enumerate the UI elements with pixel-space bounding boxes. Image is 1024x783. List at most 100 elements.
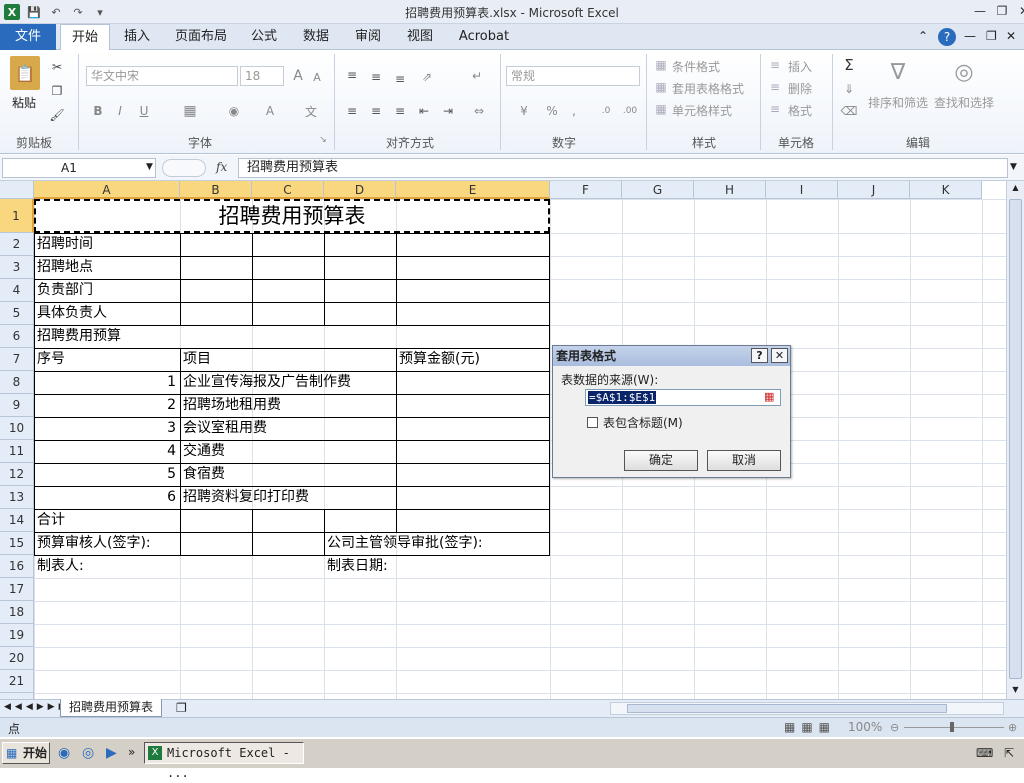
close-icon[interactable]: ✕ <box>1014 2 1024 20</box>
insert-function-icon[interactable]: fx <box>216 160 227 174</box>
scroll-down-icon[interactable]: ▼ <box>1009 685 1022 695</box>
cell-b10[interactable]: 会议室租用费 <box>183 417 267 439</box>
cell-a13[interactable]: 6 <box>34 486 176 508</box>
cell-a9[interactable]: 2 <box>34 394 176 416</box>
column-header[interactable]: D <box>324 181 396 199</box>
cell-a15[interactable]: 预算审核人(签字): <box>37 532 151 554</box>
row-header[interactable]: 16 <box>0 555 34 578</box>
cut-icon[interactable]: ✂ <box>48 58 66 76</box>
row-header[interactable]: 5 <box>0 302 34 325</box>
decrease-decimal-icon[interactable]: .00 <box>620 102 640 120</box>
increase-decimal-icon[interactable]: .0 <box>596 102 616 120</box>
doc-close-icon[interactable]: ✕ <box>1006 29 1016 43</box>
horizontal-scroll-thumb[interactable] <box>627 704 947 713</box>
row-header[interactable]: 10 <box>0 417 34 440</box>
select-all-corner[interactable] <box>0 181 34 199</box>
find-select-button[interactable]: 查找和选择 <box>934 94 994 111</box>
row-header[interactable]: 2 <box>0 233 34 256</box>
comma-style-icon[interactable]: , <box>566 102 582 120</box>
restore-icon[interactable]: ❐ <box>992 2 1012 20</box>
worksheet-grid[interactable]: ABCDEFGHIJK 1 2 3 4 5 6 7 8 9 10 11 12 13 14 15 16 17 18 1… <box>0 181 1006 699</box>
ribbon-collapse-icon[interactable]: ⌃ <box>918 29 928 43</box>
keyboard-icon[interactable]: ⌨ <box>976 746 993 760</box>
row-header[interactable]: 19 <box>0 624 34 647</box>
italic-icon[interactable]: I <box>112 102 128 120</box>
row-header[interactable]: 13 <box>0 486 34 509</box>
more-icon[interactable]: » <box>128 745 135 759</box>
sort-filter-icon[interactable]: ∇ <box>882 56 914 88</box>
tab-data[interactable]: 数据 <box>294 24 338 50</box>
align-center-icon[interactable]: ≡ <box>366 102 386 120</box>
cell-a12[interactable]: 5 <box>34 463 176 485</box>
source-input[interactable]: =$A$1:$E$1 ▦ <box>585 389 781 406</box>
align-top-icon[interactable]: ≡ <box>342 66 362 84</box>
column-header[interactable]: I <box>766 181 838 199</box>
column-header[interactable]: C <box>252 181 324 199</box>
cell-a7[interactable]: 序号 <box>37 348 65 370</box>
format-painter-icon[interactable]: 🖌 <box>48 106 66 124</box>
zoom-out-icon[interactable]: ⊖ <box>890 721 899 734</box>
column-header[interactable]: F <box>550 181 622 199</box>
font-launcher-icon[interactable]: ↘ <box>318 134 328 146</box>
doc-minimize-icon[interactable]: — <box>964 29 976 43</box>
merge-center-icon[interactable]: ⇔ <box>466 102 492 120</box>
cell-a8[interactable]: 1 <box>34 371 176 393</box>
cell-b12[interactable]: 食宿费 <box>183 463 225 485</box>
minimize-icon[interactable]: — <box>970 2 990 20</box>
cell-a11[interactable]: 4 <box>34 440 176 462</box>
cell-a6[interactable]: 招聘费用预算 <box>37 325 121 347</box>
cell-b8[interactable]: 企业宣传海报及广告制作费 <box>183 371 351 393</box>
find-select-icon[interactable]: ◎ <box>948 56 980 88</box>
cell-a16[interactable]: 制表人: <box>37 555 84 577</box>
number-format-select[interactable]: 常规 <box>506 66 640 86</box>
font-color-icon[interactable]: A <box>256 102 284 120</box>
ie-icon[interactable]: ◎ <box>82 745 94 761</box>
namebox-dropdown-icon[interactable]: ▼ <box>146 162 153 172</box>
scroll-up-icon[interactable]: ▲ <box>1009 183 1022 193</box>
row-header[interactable]: 1 <box>0 199 34 233</box>
ok-button[interactable]: 确定 <box>624 450 698 471</box>
dialog-close-icon[interactable]: ✕ <box>771 348 788 363</box>
cell-b13[interactable]: 招聘资料复印打印费 <box>183 486 309 508</box>
row-header[interactable]: 7 <box>0 348 34 371</box>
row-header[interactable]: 8 <box>0 371 34 394</box>
zoom-slider-thumb[interactable] <box>950 722 954 732</box>
tab-page-layout[interactable]: 页面布局 <box>170 24 232 50</box>
increase-indent-icon[interactable]: ⇥ <box>438 102 458 120</box>
fill-icon[interactable]: ⇓ <box>840 80 858 98</box>
tab-formulas[interactable]: 公式 <box>242 24 286 50</box>
cell-b7[interactable]: 项目 <box>183 348 211 370</box>
shrink-font-icon[interactable]: A <box>310 69 324 85</box>
row-header[interactable]: 11 <box>0 440 34 463</box>
has-headers-checkbox[interactable] <box>587 417 598 428</box>
row-header[interactable]: 15 <box>0 532 34 555</box>
percent-icon[interactable]: % <box>544 102 560 120</box>
column-header[interactable]: E <box>396 181 550 199</box>
row-header[interactable]: 12 <box>0 463 34 486</box>
row-header[interactable]: 9 <box>0 394 34 417</box>
zoom-slider[interactable] <box>904 727 1004 728</box>
autosum-icon[interactable]: Σ <box>840 56 858 74</box>
clear-icon[interactable]: ⌫ <box>840 102 858 120</box>
row-header[interactable]: 21 <box>0 670 34 693</box>
phonetic-icon[interactable]: 文 <box>296 102 326 120</box>
column-header[interactable]: K <box>910 181 982 199</box>
paste-icon[interactable]: 📋 <box>10 56 40 90</box>
align-left-icon[interactable]: ≡ <box>342 102 362 120</box>
row-header[interactable]: 18 <box>0 601 34 624</box>
expand-formula-icon[interactable]: ▼ <box>1010 162 1017 172</box>
tab-insert[interactable]: 插入 <box>114 24 160 50</box>
name-box[interactable]: A1 <box>2 158 156 178</box>
cell-d16[interactable]: 制表日期: <box>327 555 388 577</box>
cancel-button[interactable]: 取消 <box>707 450 781 471</box>
cell-a3[interactable]: 招聘地点 <box>37 256 93 278</box>
formula-input[interactable]: 招聘费用预算表 <box>238 158 1008 178</box>
help-icon[interactable]: ? <box>938 28 956 46</box>
font-name-select[interactable]: 华文中宋 <box>86 66 238 86</box>
copy-icon[interactable]: ❐ <box>48 82 66 100</box>
column-header[interactable]: J <box>838 181 910 199</box>
doc-restore-icon[interactable]: ❐ <box>986 29 997 43</box>
zoom-in-icon[interactable]: ⊕ <box>1008 721 1017 734</box>
delete-cells-button[interactable]: 删除 <box>788 80 812 97</box>
taskbar-excel-button[interactable]: Microsoft Excel - ... <box>144 742 304 780</box>
